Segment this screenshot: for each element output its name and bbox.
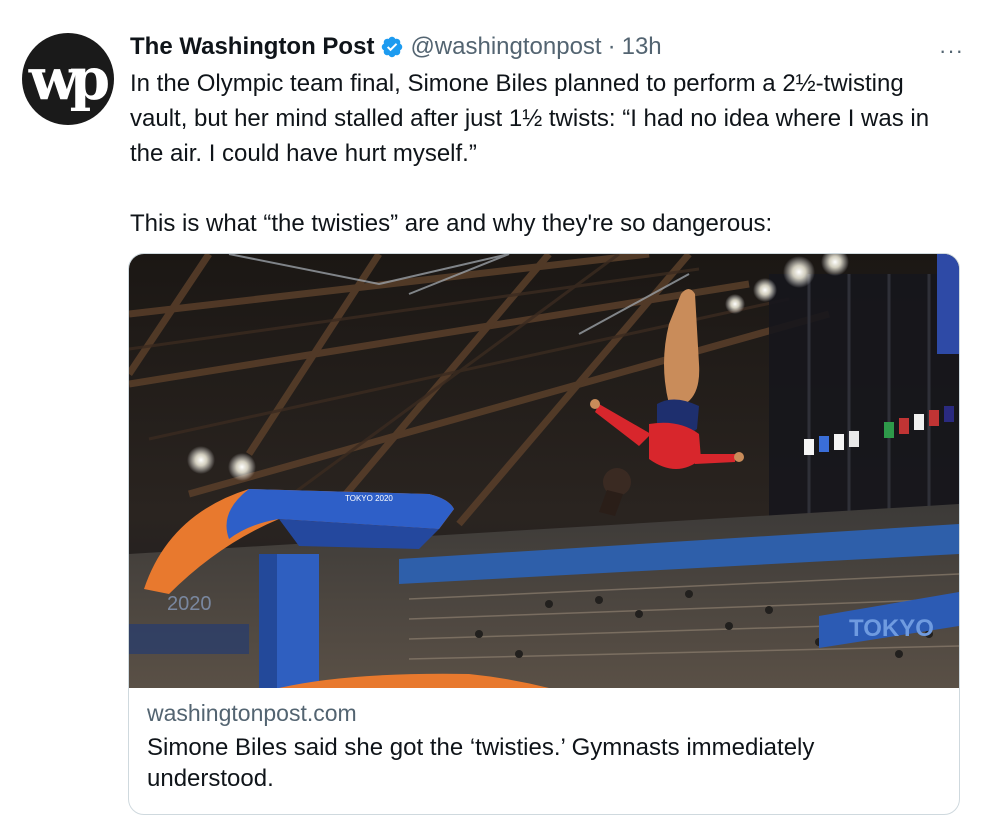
more-options-icon[interactable]: ···: [939, 38, 964, 64]
separator-dot: ·: [607, 33, 616, 60]
author-avatar[interactable]: wp: [22, 33, 114, 125]
card-title[interactable]: Simone Biles said she got the ‘twisties.…: [147, 732, 927, 794]
verified-badge-icon: [380, 35, 404, 59]
stand-year-text: 2020: [167, 593, 212, 615]
tweet-text: In the Olympic team final, Simone Biles …: [130, 66, 960, 241]
arena-banner-text: TOKYO: [849, 615, 934, 642]
tweet-header: The Washington Post @washingtonpost · 13…: [130, 30, 968, 64]
vault-label-text: TOKYO 2020: [345, 494, 393, 503]
link-card[interactable]: TOKYO 2020 TOKYO 2020 washingtonpost.com…: [128, 253, 960, 815]
card-image[interactable]: TOKYO 2020 TOKYO 2020: [129, 254, 959, 688]
card-domain: washingtonpost.com: [147, 700, 357, 726]
author-name[interactable]: The Washington Post: [130, 33, 374, 61]
tweet-timestamp[interactable]: 13h: [622, 33, 662, 61]
tweet-paragraph: In the Olympic team final, Simone Biles …: [130, 70, 930, 167]
author-handle[interactable]: @washingtonpost: [410, 33, 601, 61]
tweet-paragraph: This is what “the twisties” are and why …: [130, 210, 773, 237]
washington-post-logo: wp: [28, 45, 111, 113]
